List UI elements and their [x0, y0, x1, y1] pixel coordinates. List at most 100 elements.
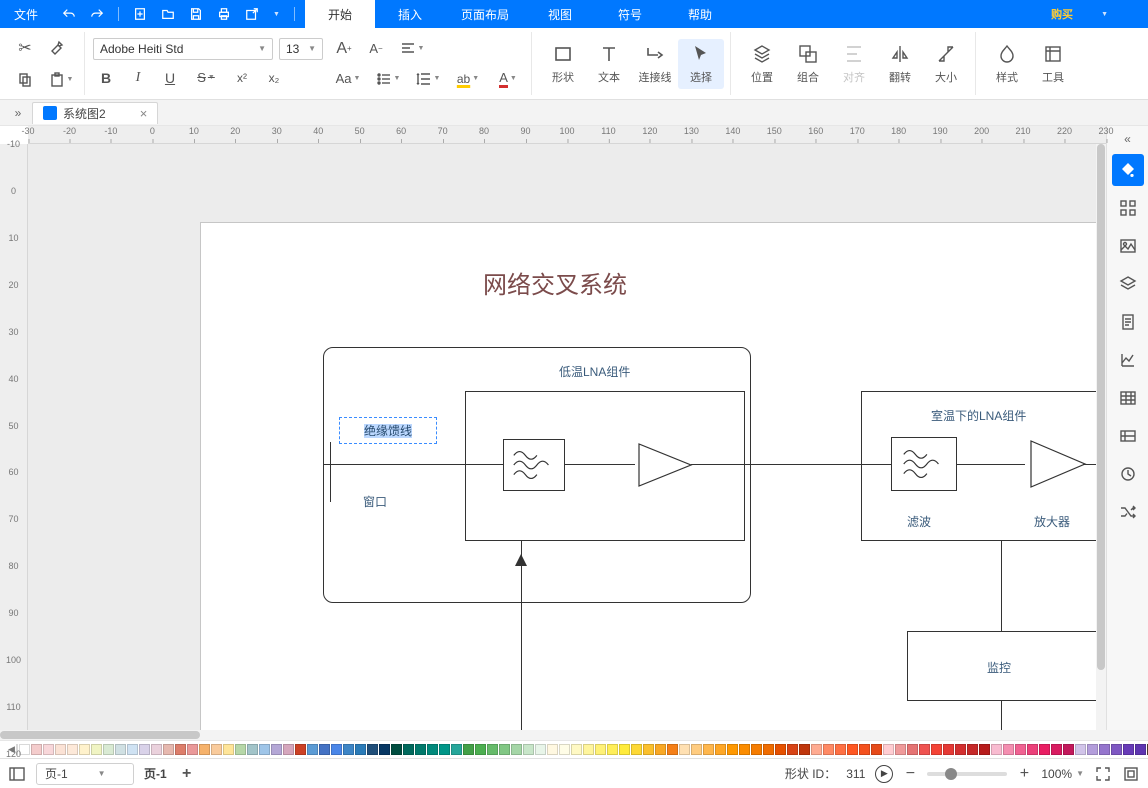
file-menu[interactable]: 文件: [0, 0, 52, 28]
color-swatch[interactable]: [463, 744, 474, 755]
color-swatch[interactable]: [727, 744, 738, 755]
color-swatch[interactable]: [127, 744, 138, 755]
font-color-button[interactable]: A▼: [491, 67, 525, 91]
color-swatch[interactable]: [571, 744, 582, 755]
color-swatch[interactable]: [427, 744, 438, 755]
color-swatch[interactable]: [319, 744, 330, 755]
color-swatch[interactable]: [823, 744, 834, 755]
color-swatch[interactable]: [1123, 744, 1134, 755]
italic-button[interactable]: I: [125, 66, 151, 90]
color-swatch[interactable]: [331, 744, 342, 755]
cut-icon[interactable]: ✂: [12, 36, 38, 60]
color-swatch[interactable]: [259, 744, 270, 755]
color-swatch[interactable]: [391, 744, 402, 755]
shrink-font-button[interactable]: A−: [363, 37, 389, 61]
color-swatch[interactable]: [559, 744, 570, 755]
list-button[interactable]: ▼: [371, 67, 405, 91]
color-swatch[interactable]: [883, 744, 894, 755]
shape-tool[interactable]: 形状: [540, 39, 586, 89]
fill-panel-icon[interactable]: [1112, 154, 1144, 186]
color-swatch[interactable]: [79, 744, 90, 755]
history-panel-icon[interactable]: [1112, 458, 1144, 490]
bold-button[interactable]: B: [93, 66, 119, 90]
color-swatch[interactable]: [835, 744, 846, 755]
tab-home[interactable]: 开始: [305, 0, 375, 28]
caret-down-icon[interactable]: ▼: [1101, 11, 1108, 18]
save-icon[interactable]: [189, 7, 203, 21]
color-swatch[interactable]: [1027, 744, 1038, 755]
caret-down-icon[interactable]: ▼: [273, 11, 280, 18]
open-icon[interactable]: [161, 7, 175, 21]
connector-tool[interactable]: 连接线: [632, 39, 678, 89]
color-swatch[interactable]: [655, 744, 666, 755]
color-swatch[interactable]: [1063, 744, 1074, 755]
format-painter-icon[interactable]: [44, 36, 70, 60]
color-swatch[interactable]: [235, 744, 246, 755]
tab-pagelayout[interactable]: 页面布局: [445, 0, 525, 28]
copy-icon[interactable]: [12, 68, 38, 92]
color-swatch[interactable]: [847, 744, 858, 755]
color-swatch[interactable]: [271, 744, 282, 755]
tabs-overflow-icon[interactable]: »: [4, 106, 32, 120]
color-swatch[interactable]: [595, 744, 606, 755]
print-icon[interactable]: [217, 7, 231, 21]
subscript-button[interactable]: x₂: [261, 66, 287, 90]
zoom-out-button[interactable]: −: [903, 765, 917, 783]
page-panel-icon[interactable]: [1112, 306, 1144, 338]
color-swatch[interactable]: [151, 744, 162, 755]
color-swatch[interactable]: [223, 744, 234, 755]
color-swatch[interactable]: [499, 744, 510, 755]
group-button[interactable]: 组合: [785, 39, 831, 89]
font-select[interactable]: Adobe Heiti Std ▼: [93, 38, 273, 60]
color-swatch[interactable]: [367, 744, 378, 755]
color-swatch[interactable]: [379, 744, 390, 755]
zoom-select[interactable]: 100% ▼: [1041, 767, 1084, 781]
color-swatch[interactable]: [535, 744, 546, 755]
fit-page-icon[interactable]: [1094, 765, 1112, 783]
layers-panel-icon[interactable]: [1112, 268, 1144, 300]
color-swatch[interactable]: [751, 744, 762, 755]
color-swatch[interactable]: [31, 744, 42, 755]
scrollbar-vertical[interactable]: [1096, 144, 1106, 730]
color-swatch[interactable]: [403, 744, 414, 755]
color-swatch[interactable]: [679, 744, 690, 755]
size-button[interactable]: 大小: [923, 39, 969, 89]
undo-icon[interactable]: [62, 7, 76, 21]
color-swatch[interactable]: [991, 744, 1002, 755]
color-swatch[interactable]: [979, 744, 990, 755]
filter-block-1[interactable]: [503, 439, 565, 491]
underline-button[interactable]: U: [157, 66, 183, 90]
random-panel-icon[interactable]: [1112, 496, 1144, 528]
select-tool[interactable]: 选择: [678, 39, 724, 89]
linespacing-button[interactable]: ▼: [411, 67, 445, 91]
table-panel-icon[interactable]: [1112, 382, 1144, 414]
color-swatch[interactable]: [787, 744, 798, 755]
color-swatch[interactable]: [643, 744, 654, 755]
redo-icon[interactable]: [90, 7, 104, 21]
color-swatch[interactable]: [439, 744, 450, 755]
color-swatch[interactable]: [859, 744, 870, 755]
canvas[interactable]: 网络交叉系统 低温LNA组件 绝缘馈线 窗口: [28, 144, 1106, 730]
color-swatch[interactable]: [631, 744, 642, 755]
color-swatch[interactable]: [199, 744, 210, 755]
color-swatch[interactable]: [967, 744, 978, 755]
color-swatch[interactable]: [451, 744, 462, 755]
color-swatch[interactable]: [187, 744, 198, 755]
color-swatch[interactable]: [1075, 744, 1086, 755]
style-button[interactable]: 样式: [984, 39, 1030, 89]
color-swatch[interactable]: [871, 744, 882, 755]
color-swatch[interactable]: [703, 744, 714, 755]
color-swatch[interactable]: [355, 744, 366, 755]
text-tool[interactable]: 文本: [586, 39, 632, 89]
filter-block-2[interactable]: [891, 437, 957, 491]
color-swatch[interactable]: [67, 744, 78, 755]
color-swatch[interactable]: [1039, 744, 1050, 755]
zoom-slider[interactable]: [927, 772, 1007, 776]
color-swatch[interactable]: [91, 744, 102, 755]
color-swatch[interactable]: [487, 744, 498, 755]
align-button[interactable]: 对齐: [831, 39, 877, 89]
position-button[interactable]: 位置: [739, 39, 785, 89]
color-swatch[interactable]: [1015, 744, 1026, 755]
tab-help[interactable]: 帮助: [665, 0, 735, 28]
document-tab[interactable]: 系统图2 ×: [32, 102, 158, 124]
